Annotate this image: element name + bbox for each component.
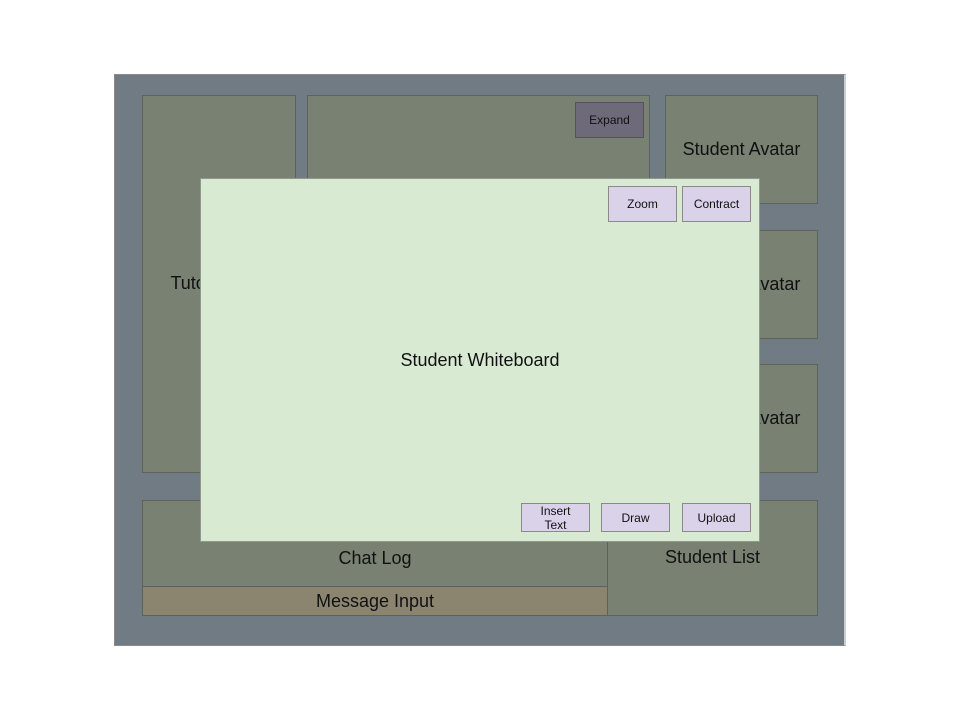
message-input[interactable]: Message Input [142, 586, 608, 616]
contract-button[interactable]: Contract [682, 186, 751, 222]
message-input-label: Message Input [315, 590, 435, 611]
upload-button[interactable]: Upload [682, 503, 751, 532]
draw-button[interactable]: Draw [601, 503, 670, 532]
expand-button[interactable]: Expand [575, 102, 644, 138]
insert-text-button[interactable]: Insert Text [521, 503, 590, 532]
student-list-label: Student List [664, 546, 761, 567]
whiteboard-title: Student Whiteboard [400, 349, 560, 370]
zoom-button[interactable]: Zoom [608, 186, 677, 222]
chat-log-label: Chat Log [338, 548, 412, 568]
student-avatar-label: Student Avatar [682, 139, 801, 159]
student-whiteboard[interactable]: Student Whiteboard Zoom Contract Insert … [200, 178, 760, 542]
